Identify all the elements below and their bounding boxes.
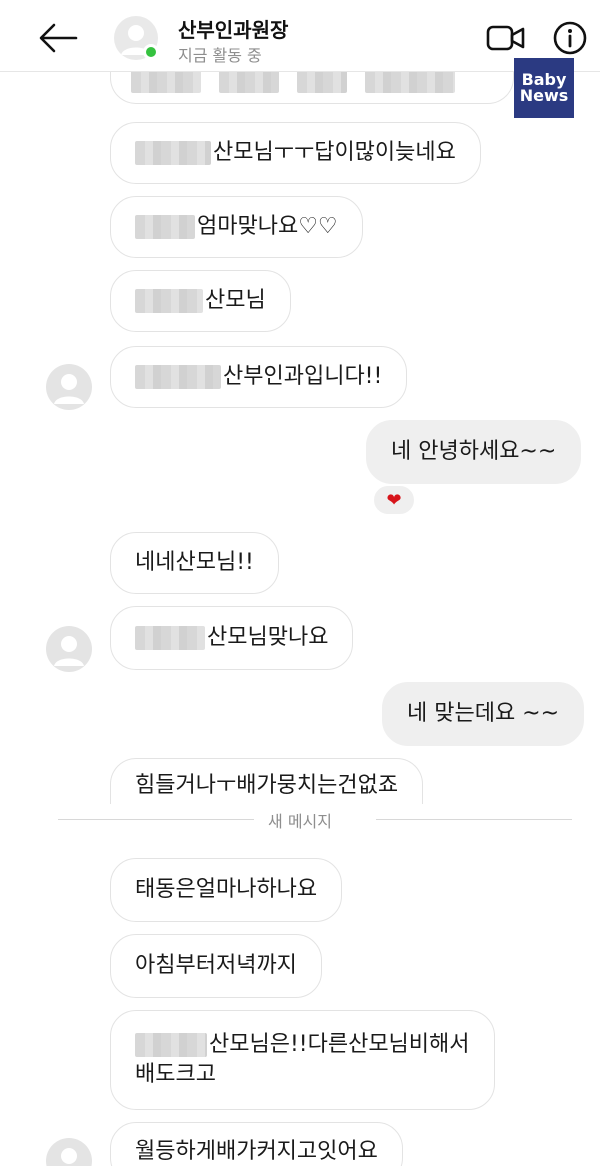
video-call-button[interactable] (486, 22, 526, 54)
message-thread: 산모님ㅜㅜ답이많이늦네요 엄마맞나요♡♡ 산모님 산부인과입니다!! 네 안녕하… (0, 0, 600, 1166)
message-bubble-incoming[interactable]: 산모님은!!다른산모님비해서 배도크고 (110, 1010, 495, 1110)
new-messages-label: 새 메시지 (268, 812, 332, 831)
contact-name[interactable]: 산부인과원장 (178, 14, 288, 43)
logo-text: News (519, 86, 569, 105)
divider-line (376, 819, 572, 820)
redacted-text (131, 68, 201, 93)
message-text: 힘들거나ㅜ배가뭉치는건없죠 (135, 773, 399, 798)
message-line: 산모님은!!다른산모님비해서 (135, 1030, 470, 1060)
message-text: 산부인과입니다!! (223, 364, 383, 389)
message-bubble-incoming[interactable]: 산모님ㅜㅜ답이많이늦네요 (110, 122, 481, 184)
message-bubble-incoming[interactable]: 산모님맞나요 (110, 606, 354, 670)
message-text: 네 맞는데요 ~~ (407, 701, 560, 726)
message-bubble-incoming[interactable]: 산모님 (110, 270, 291, 332)
babynews-logo: Baby News (514, 58, 574, 118)
message-text: 월등하게배가커지고잇어요 (135, 1139, 378, 1164)
message-text: 산모님은!!다른산모님비해서 (209, 1032, 470, 1057)
message-text: 엄마맞나요♡♡ (197, 214, 338, 239)
message-bubble-outgoing[interactable]: 네 안녕하세요~~ (366, 420, 582, 484)
message-text: 아침부터저녁까지 (135, 953, 297, 978)
info-circle-icon (553, 21, 587, 55)
message-bubble-incoming[interactable]: 산부인과입니다!! (110, 346, 408, 408)
arrow-left-icon (39, 23, 78, 53)
new-messages-divider: 새 메시지 (0, 800, 600, 840)
contact-avatar[interactable] (46, 626, 92, 672)
redacted-text (297, 68, 347, 93)
info-button[interactable] (552, 20, 588, 56)
redacted-text (135, 626, 205, 650)
message-bubble-outgoing[interactable]: 네 맞는데요 ~~ (382, 682, 585, 746)
redacted-text (135, 289, 203, 313)
online-indicator (143, 44, 159, 60)
message-text: 네 안녕하세요~~ (391, 439, 557, 464)
message-bubble-incoming[interactable]: 월등하게배가커지고잇어요 (110, 1122, 403, 1166)
message-text: 배도크고 (135, 1062, 216, 1087)
redacted-text (219, 68, 279, 93)
message-bubble-incoming[interactable]: 힘들거나ㅜ배가뭉치는건없죠 (110, 758, 424, 804)
message-text: 산모님ㅜㅜ답이많이늦네요 (213, 140, 456, 165)
message-bubble-incoming[interactable]: 엄마맞나요♡♡ (110, 196, 363, 258)
video-camera-icon (486, 25, 525, 51)
message-bubble-incoming[interactable]: 네네산모님!! (110, 532, 279, 594)
back-button[interactable] (34, 16, 82, 60)
message-text: 네네산모님!! (135, 550, 254, 575)
redacted-text (135, 365, 221, 389)
message-bubble-incoming[interactable]: 아침부터저녁까지 (110, 934, 322, 998)
redacted-text (135, 215, 195, 239)
redacted-text (365, 68, 455, 93)
message-text: 산모님맞나요 (207, 625, 329, 650)
contact-avatar[interactable] (46, 364, 92, 410)
message-bubble-incoming[interactable]: 태동은얼마나하나요 (110, 858, 343, 922)
heart-reaction[interactable]: ❤ (372, 484, 416, 516)
contact-avatar[interactable] (46, 1138, 92, 1166)
redacted-text (135, 141, 211, 165)
activity-status: 지금 활동 중 (178, 46, 262, 65)
redacted-text (135, 1033, 207, 1057)
message-text: 태동은얼마나하나요 (135, 877, 318, 902)
chat-header: 산부인과원장 지금 활동 중 (0, 0, 600, 72)
heart-icon: ❤ (386, 489, 402, 511)
message-text: 산모님 (205, 288, 266, 313)
